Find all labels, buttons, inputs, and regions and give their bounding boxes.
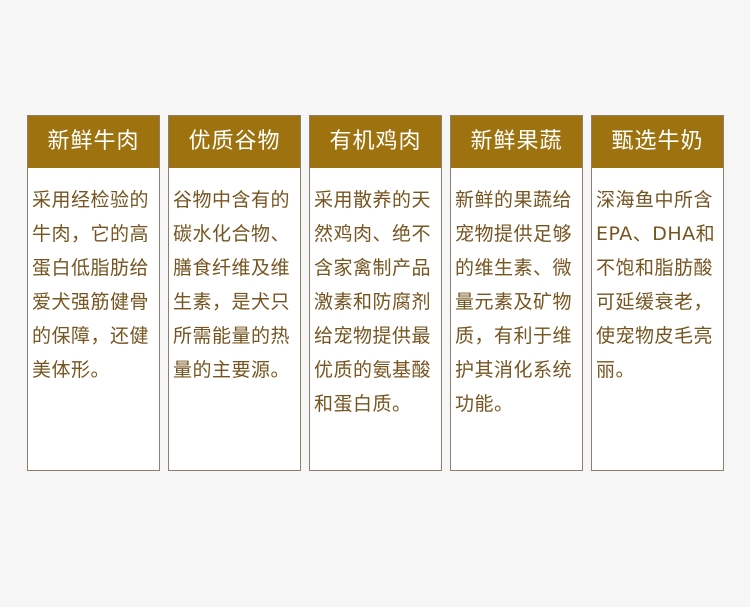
feature-card-chicken: 有机鸡肉 采用散养的天然鸡肉、绝不含家禽制产品激素和防腐剂给宠物提供最优质的氨基… (309, 115, 442, 471)
card-title: 优质谷物 (169, 116, 300, 168)
feature-card-milk: 甄选牛奶 深海鱼中所含EPA、DHA和不饱和脂肪酸可延缓衰老，使宠物皮毛亮丽。 (591, 115, 724, 471)
feature-cards: 新鲜牛肉 采用经检验的牛肉，它的高蛋白低脂肪给爱犬强筋健骨的保障，还健美体形。 … (27, 115, 724, 471)
feature-card-produce: 新鲜果蔬 新鲜的果蔬给宠物提供足够的维生素、微量元素及矿物质，有利于维护其消化系… (450, 115, 583, 471)
feature-card-beef: 新鲜牛肉 采用经检验的牛肉，它的高蛋白低脂肪给爱犬强筋健骨的保障，还健美体形。 (27, 115, 160, 471)
card-title: 新鲜果蔬 (451, 116, 582, 168)
card-title: 甄选牛奶 (592, 116, 723, 168)
card-description: 新鲜的果蔬给宠物提供足够的维生素、微量元素及矿物质，有利于维护其消化系统功能。 (455, 189, 573, 415)
card-title: 新鲜牛肉 (28, 116, 159, 168)
card-description: 采用散养的天然鸡肉、绝不含家禽制产品激素和防腐剂给宠物提供最优质的氨基酸和蛋白质… (314, 189, 432, 415)
card-description: 谷物中含有的碳水化合物、膳食纤维及维生素，是犬只所需能量的热量的主要源。 (173, 189, 291, 381)
feature-card-grain: 优质谷物 谷物中含有的碳水化合物、膳食纤维及维生素，是犬只所需能量的热量的主要源… (168, 115, 301, 471)
card-description: 采用经检验的牛肉，它的高蛋白低脂肪给爱犬强筋健骨的保障，还健美体形。 (32, 189, 150, 381)
card-description: 深海鱼中所含EPA、DHA和不饱和脂肪酸可延缓衰老，使宠物皮毛亮丽。 (596, 189, 716, 381)
card-title: 有机鸡肉 (310, 116, 441, 168)
